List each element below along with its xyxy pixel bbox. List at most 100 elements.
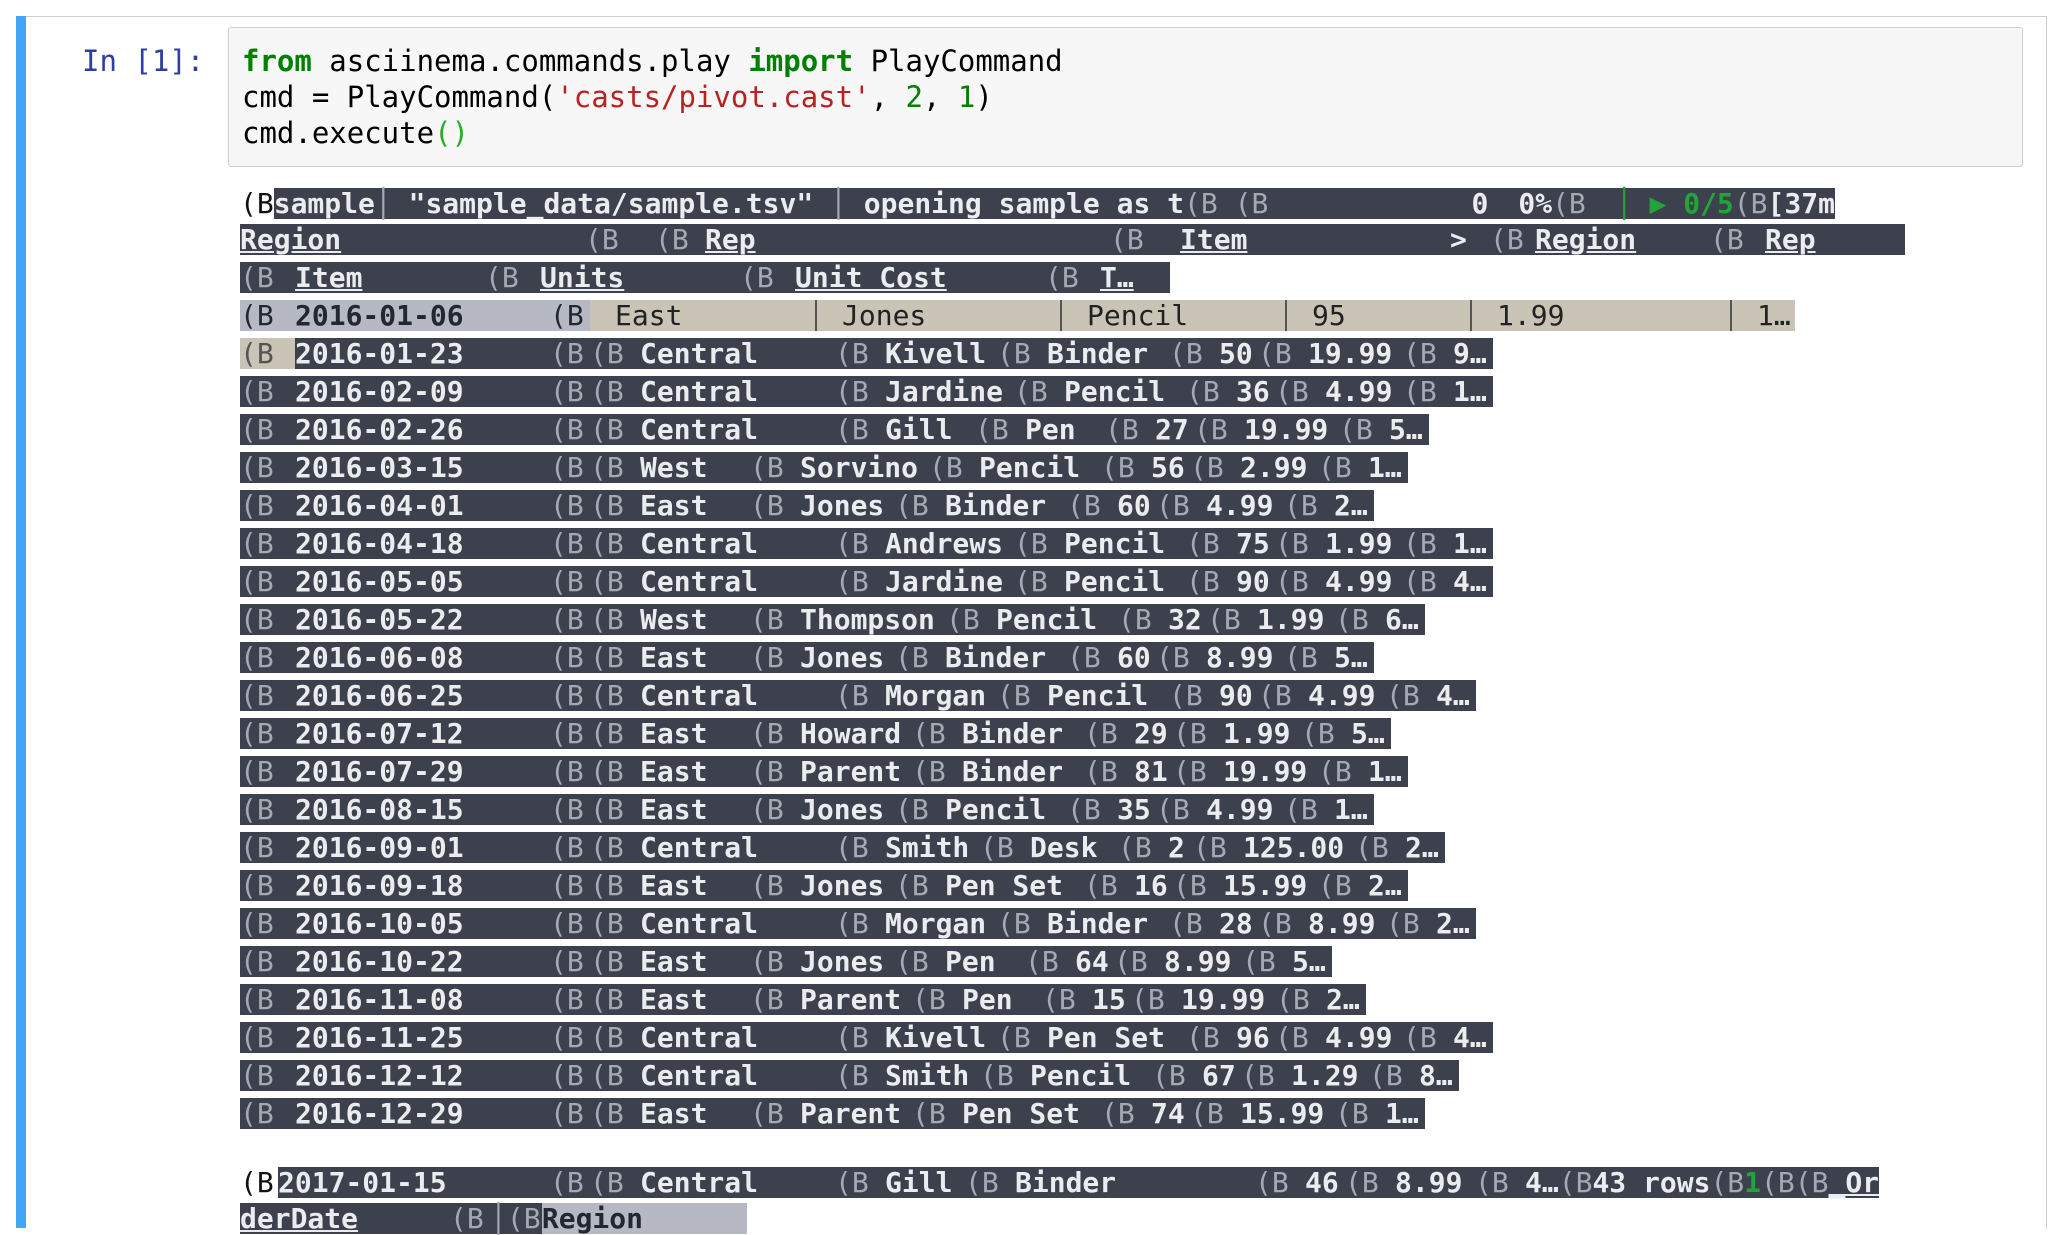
cell-cost[interactable]: 1.29 — [1291, 1060, 1369, 1091]
cell-date[interactable]: 2016-05-22 — [295, 604, 550, 635]
cell-date[interactable]: 2016-11-25 — [295, 1022, 550, 1053]
table-row[interactable]: (B 2016-06-08 (B (B East (B Jones (B Binder (B 60(… — [240, 642, 1374, 673]
table-row[interactable]: (B 2016-12-12 (B (B Central (B Smith (B Pencil (B… — [240, 1060, 1459, 1091]
cell-date[interactable]: 2016-01-23 — [295, 338, 550, 369]
cell-units[interactable]: 90 — [1236, 566, 1275, 597]
cell-date[interactable]: 2017-01-15 — [278, 1167, 550, 1198]
cell-cost[interactable]: 15.99 — [1223, 870, 1318, 901]
selected-row[interactable]: (B 2016-01-06 (B East Jones Pencil 95 1.99 1… — [240, 300, 1795, 331]
cell-total[interactable]: 1… — [1453, 528, 1493, 559]
cell-cost[interactable]: 8.99 — [1164, 946, 1242, 977]
cell-total[interactable]: 1… — [1453, 376, 1493, 407]
cell-region[interactable]: Central — [640, 566, 835, 597]
cell-item[interactable]: Pencil — [945, 794, 1067, 825]
cell-rep[interactable]: Smith — [885, 832, 980, 863]
cell-date[interactable]: 2016-07-12 — [295, 718, 550, 749]
cell-cost[interactable]: 1.99 — [1470, 300, 1730, 331]
cell-date[interactable]: 2016-09-18 — [295, 870, 550, 901]
table-row[interactable]: (B 2016-04-01 (B (B East (B Jones (B Binder (B 60(… — [240, 490, 1374, 521]
cell-cost[interactable]: 19.99 — [1181, 984, 1276, 1015]
cell-region[interactable]: East — [640, 946, 750, 977]
table-row[interactable]: (B 2016-11-25 (B (B Central (B Kivell (B Pen Set… — [240, 1022, 1493, 1053]
cell-date[interactable]: 2016-04-01 — [295, 490, 550, 521]
cell-rep[interactable]: Kivell — [885, 1022, 997, 1053]
cell-units[interactable]: 27 — [1155, 414, 1194, 445]
table-row[interactable]: (B 2016-02-09 (B (B Central (B Jardine (B Pencil… — [240, 376, 1493, 407]
cell-rep[interactable]: Parent — [800, 1098, 912, 1129]
table-row[interactable]: (B 2016-11-08 (B (B East (B Parent (B Pen (B 15 (B 1… — [240, 984, 1366, 1015]
cell-region[interactable]: Central — [640, 528, 835, 559]
cell-item[interactable]: Pencil — [1064, 376, 1186, 407]
table-row[interactable]: (B 2016-01-23 (B (B Central (B Kivell (B Binder(… — [240, 338, 1493, 369]
table-row[interactable]: (B 2016-06-25 (B (B Central (B Morgan (B Pencil(… — [240, 680, 1476, 711]
cell-total[interactable]: 8… — [1419, 1060, 1459, 1091]
cell-date[interactable]: 2016-12-29 — [295, 1098, 550, 1129]
column-header-item-2[interactable]: Item — [295, 262, 485, 293]
code-line-3[interactable]: cmd.execute() — [242, 116, 469, 150]
cell-item[interactable]: Binder — [1047, 908, 1169, 939]
cell-cost[interactable]: 4.99 — [1308, 680, 1386, 711]
column-header-rep-2[interactable]: Rep — [1765, 224, 1905, 255]
cell-rep[interactable]: Gill — [885, 414, 975, 445]
cell-total[interactable]: 4… — [1525, 1167, 1559, 1198]
cell-total[interactable]: 9… — [1453, 338, 1493, 369]
cell-rep[interactable]: Sorvino — [800, 452, 929, 483]
cell-date[interactable]: 2016-11-08 — [295, 984, 550, 1015]
cell-item[interactable]: Pen — [962, 984, 1042, 1015]
cell-item[interactable]: Pencil — [1060, 300, 1285, 331]
table-row[interactable]: (B 2016-05-05 (B (B Central (B Jardine (B Pencil… — [240, 566, 1493, 597]
cell-date[interactable]: 2016-06-08 — [295, 642, 550, 673]
cell-units[interactable]: 81 — [1134, 756, 1173, 787]
cell-total[interactable]: 1… — [1368, 452, 1408, 483]
cell-total[interactable]: 4… — [1453, 566, 1493, 597]
cell-item[interactable]: Binder — [962, 718, 1084, 749]
column-header-rep[interactable]: Rep — [705, 224, 1110, 255]
table-row[interactable]: (B 2016-12-29 (B (B East (B Parent (B Pen Set (B 7… — [240, 1098, 1425, 1129]
cell-units[interactable]: 74 — [1151, 1098, 1190, 1129]
cell-rep[interactable]: Gill — [885, 1167, 965, 1198]
cell-total[interactable]: 5… — [1334, 642, 1374, 673]
cell-units[interactable]: 32 — [1168, 604, 1207, 635]
cell-item[interactable]: Binder — [945, 490, 1067, 521]
cell-total[interactable]: 5… — [1292, 946, 1332, 977]
table-row[interactable]: (B 2016-03-15 (B (B West (B Sorvino (B Pencil (B 5… — [240, 452, 1408, 483]
cell-units[interactable]: 75 — [1236, 528, 1275, 559]
cell-units[interactable]: 16 — [1134, 870, 1173, 901]
cell-cost[interactable]: 1.99 — [1325, 528, 1403, 559]
cell-units[interactable]: 15 — [1092, 984, 1131, 1015]
cell-cost[interactable]: 15.99 — [1240, 1098, 1335, 1129]
cell-total[interactable]: 6… — [1385, 604, 1425, 635]
table-row[interactable]: (B 2016-09-18 (B (B East (B Jones (B Pen Set (B 16… — [240, 870, 1408, 901]
cell-region[interactable]: East — [640, 1098, 750, 1129]
cell-rep[interactable]: Parent — [800, 756, 912, 787]
cell-units[interactable]: 50 — [1219, 338, 1258, 369]
cell-cost[interactable]: 8.99 — [1206, 642, 1284, 673]
cell-region[interactable]: East — [640, 984, 750, 1015]
cell-date[interactable]: 2016-08-15 — [295, 794, 550, 825]
code-line-2[interactable]: cmd = PlayCommand('casts/pivot.cast', 2,… — [242, 80, 993, 114]
cell-rep[interactable]: Jones — [800, 870, 895, 901]
cell-item[interactable]: Pen — [945, 946, 1025, 977]
cell-units[interactable]: 67 — [1202, 1060, 1241, 1091]
cell-cost[interactable]: 1.99 — [1257, 604, 1335, 635]
cell-date[interactable]: 2016-12-12 — [295, 1060, 550, 1091]
table-row[interactable]: (B 2016-10-22 (B (B East (B Jones (B Pen (B 64 (B 8.… — [240, 946, 1332, 977]
cell-date[interactable]: 2016-03-15 — [295, 452, 550, 483]
cell-total[interactable]: 1… — [1368, 756, 1408, 787]
cell-item[interactable]: Pencil — [1064, 566, 1186, 597]
cell-units[interactable]: 2 — [1168, 832, 1193, 863]
cell-rep[interactable]: Jardine — [885, 566, 1014, 597]
cell-item[interactable]: Binder — [1015, 1167, 1255, 1198]
cell-total[interactable]: 2… — [1326, 984, 1366, 1015]
cell-cost[interactable]: 2.99 — [1240, 452, 1318, 483]
cell-rep[interactable]: Jones — [800, 490, 895, 521]
column-header-region-3[interactable]: Region — [541, 1203, 747, 1234]
code-line-1[interactable]: from asciinema.commands.play import Play… — [242, 44, 1063, 78]
cell-total[interactable]: 2… — [1368, 870, 1408, 901]
cell-rep[interactable]: Thompson — [800, 604, 946, 635]
cell-total[interactable]: 2… — [1436, 908, 1476, 939]
column-header-region[interactable]: Region — [240, 224, 585, 255]
table-row[interactable]: (B 2016-08-15 (B (B East (B Jones (B Pencil (B 35(… — [240, 794, 1374, 825]
cell-date[interactable]: 2016-04-18 — [295, 528, 550, 559]
cell-total[interactable]: 2… — [1405, 832, 1445, 863]
